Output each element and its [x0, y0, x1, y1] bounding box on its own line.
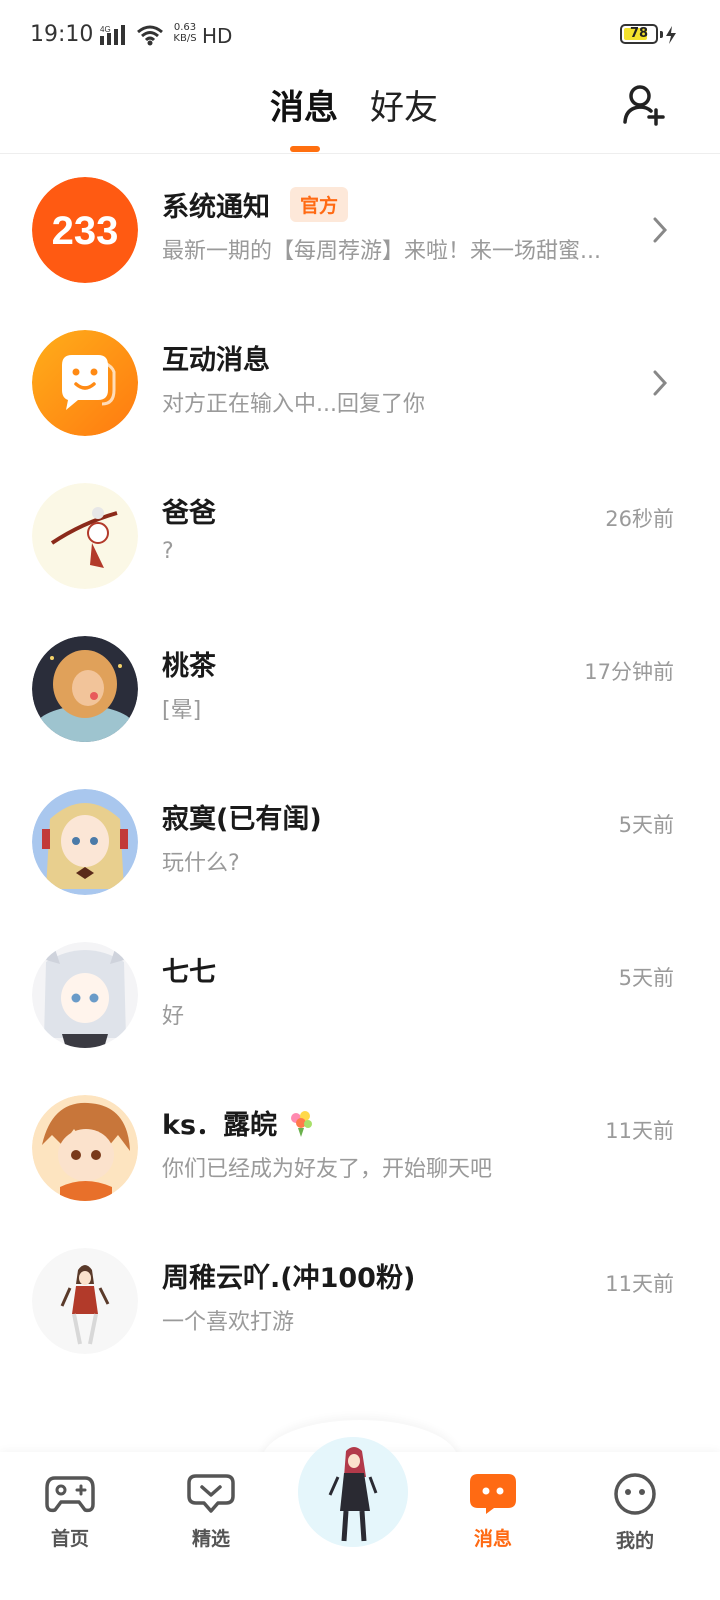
battery-tip: [660, 31, 663, 38]
avatar-233-logo: 233: [32, 177, 138, 283]
conversation-time: 26秒前: [605, 507, 674, 531]
status-bar: 19:10 4G 0.63 KB/S HD 78: [0, 0, 720, 72]
conversation-name: 周稚云吖.(冲100粉): [162, 1263, 416, 1294]
tab-friends[interactable]: 好友: [370, 80, 438, 129]
conversation-row[interactable]: 爸爸 ? 26秒前: [0, 461, 720, 614]
avatar: [32, 1248, 138, 1354]
avatar: [32, 636, 138, 742]
conversation-preview: 最新一期的【每周荐游】来啦！来一场甜蜜...: [162, 239, 601, 264]
nav-home[interactable]: 首页: [25, 1472, 115, 1551]
conversation-name: ks．露皖: [162, 1103, 316, 1145]
conversation-time: 5天前: [618, 813, 674, 837]
conversation-name: 系统通知: [162, 192, 270, 223]
cell-signal-icon: 4G: [100, 24, 130, 50]
official-badge: 官方: [290, 187, 349, 222]
conversation-row[interactable]: 七七 好 5天前: [0, 920, 720, 1073]
status-time: 19:10: [30, 22, 94, 47]
conversation-name: 寂寞(已有闺): [162, 804, 322, 835]
conversation-time: 11天前: [605, 1119, 674, 1143]
nav-center-avatar-button[interactable]: [298, 1437, 408, 1547]
conversation-interactions[interactable]: 互动消息 对方正在输入中...回复了你: [0, 308, 720, 461]
nav-label: 我的: [615, 1530, 654, 1552]
tab-messages[interactable]: 消息: [270, 80, 338, 129]
top-header: 消息 好友: [0, 72, 720, 154]
gamepad-icon: [25, 1472, 115, 1518]
nav-label: 消息: [473, 1528, 512, 1550]
hd-indicator: HD: [202, 24, 233, 48]
conversation-system-notice[interactable]: 233 系统通知 官方 最新一期的【每周荐游】来啦！来一场甜蜜...: [0, 155, 720, 308]
avatar: [32, 942, 138, 1048]
conversation-preview: ?: [162, 539, 174, 564]
conversation-name: 桃茶: [162, 651, 216, 682]
heart-chat-icon: [166, 1472, 256, 1518]
conversation-preview: 对方正在输入中...回复了你: [162, 392, 425, 417]
conversation-name-text: ks．露皖: [162, 1110, 278, 1141]
battery-icon: 78: [620, 24, 658, 44]
conversation-time: 11天前: [605, 1272, 674, 1296]
conversation-row[interactable]: 周稚云吖.(冲100粉) 一个喜欢打游 11天前: [0, 1226, 720, 1379]
active-tab-indicator: [290, 146, 320, 152]
conversation-preview: 好: [162, 1004, 185, 1029]
nav-label: 首页: [50, 1528, 89, 1550]
conversation-row[interactable]: 桃茶 [晕] 17分钟前: [0, 614, 720, 767]
add-user-icon[interactable]: [620, 80, 668, 128]
avatar: [32, 1095, 138, 1201]
network-type: 4G: [100, 25, 111, 34]
svg-text:233: 233: [52, 209, 119, 253]
conversation-row[interactable]: 寂寞(已有闺) 玩什么? 5天前: [0, 767, 720, 920]
chevron-right-icon: [650, 215, 670, 249]
avatar: [32, 483, 138, 589]
character-avatar-icon: [298, 1437, 408, 1547]
conversation-name: 互动消息: [162, 345, 270, 376]
battery-level: 78: [629, 26, 649, 41]
speed-value: 0.63: [173, 22, 197, 33]
nav-label: 精选: [191, 1528, 230, 1550]
message-icon: [448, 1472, 538, 1518]
flower-bouquet-icon: [286, 1108, 316, 1145]
chevron-right-icon: [650, 368, 670, 402]
conversation-name: 七七: [162, 957, 216, 988]
conversation-preview: 玩什么?: [162, 851, 240, 876]
avatar: [32, 789, 138, 895]
conversation-time: 5天前: [618, 966, 674, 990]
conversation-name: 爸爸: [162, 498, 216, 529]
speed-unit: KB/S: [173, 33, 197, 44]
nav-messages[interactable]: 消息: [448, 1472, 538, 1551]
conversation-preview: 一个喜欢打游: [162, 1310, 295, 1335]
nav-featured[interactable]: 精选: [166, 1472, 256, 1551]
avatar-chat-bubble: [32, 330, 138, 436]
wifi-icon: [136, 24, 164, 50]
conversation-time: 17分钟前: [584, 660, 674, 684]
conversation-preview: 你们已经成为好友了，开始聊天吧: [162, 1157, 493, 1182]
nav-profile[interactable]: 我的: [590, 1472, 680, 1553]
profile-face-icon: [590, 1472, 680, 1520]
conversation-preview: [晕]: [162, 698, 202, 723]
conversation-row[interactable]: ks．露皖 你们已经成为好友了，开始聊天吧 11天前: [0, 1073, 720, 1226]
network-speed: 0.63 KB/S: [170, 22, 200, 44]
charging-bolt-icon: [665, 26, 677, 48]
